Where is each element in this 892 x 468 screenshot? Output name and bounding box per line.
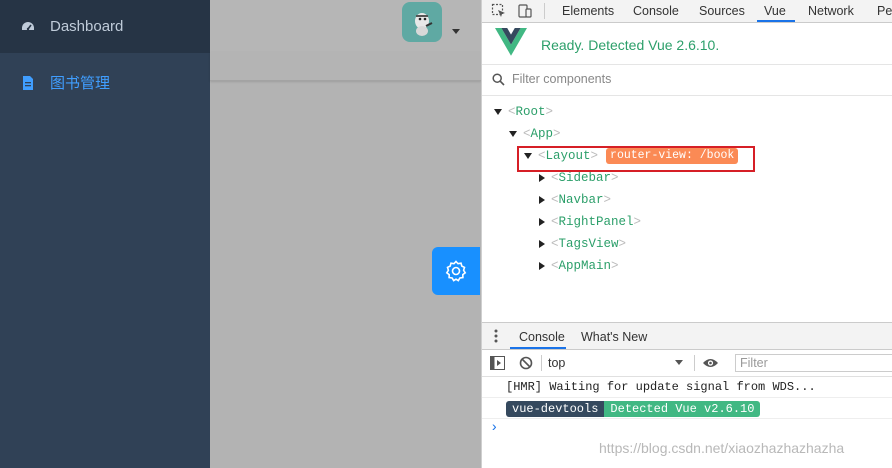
collapse-arrow-icon[interactable] xyxy=(539,218,545,226)
console-filter-input[interactable] xyxy=(735,354,892,372)
eye-icon[interactable] xyxy=(702,357,719,369)
collapse-arrow-icon[interactable] xyxy=(539,262,545,270)
toolbar-divider xyxy=(544,3,545,19)
avatar[interactable] xyxy=(402,2,442,42)
avatar-icon xyxy=(415,13,433,36)
tree-node-rightpanel[interactable]: < RightPanel > xyxy=(539,212,641,232)
search-icon xyxy=(492,73,505,86)
dashboard-icon xyxy=(22,21,34,30)
toolbar-divider xyxy=(694,355,695,371)
more-options-icon[interactable] xyxy=(494,329,498,343)
tree-node-navbar[interactable]: < Navbar > xyxy=(539,190,611,210)
chevron-down-icon[interactable] xyxy=(675,360,683,365)
clear-console-icon[interactable] xyxy=(519,356,533,370)
log-divider xyxy=(482,397,892,398)
inspect-element-icon[interactable] xyxy=(491,3,507,19)
chevron-down-icon[interactable] xyxy=(452,29,460,34)
sidebar-item-label: Dashboard xyxy=(50,18,124,35)
device-toolbar-icon[interactable] xyxy=(517,3,533,19)
drawer-tab-whats-new[interactable]: What's New xyxy=(581,330,647,344)
sidebar-toggle-icon[interactable] xyxy=(490,356,505,370)
sidebar-item-label: 图书管理 xyxy=(50,75,111,92)
document-icon xyxy=(23,75,33,90)
vue-devtools-header: Ready. Detected Vue 2.6.10. xyxy=(482,23,892,63)
tree-node-root[interactable]: < Root > xyxy=(494,102,553,122)
context-select[interactable]: top xyxy=(548,356,565,370)
console-toolbar: top xyxy=(482,350,892,377)
drawer-tab-console[interactable]: Console xyxy=(519,330,565,344)
collapse-arrow-icon[interactable] xyxy=(539,196,545,204)
sidebar-item-book-management[interactable]: 图书管理 xyxy=(0,56,210,109)
badge-detected-vue: Detected Vue v2.6.10 xyxy=(604,401,761,417)
console-log-line: [HMR] Waiting for update signal from WDS… xyxy=(506,380,816,394)
active-tab-indicator xyxy=(757,20,795,22)
vue-devtools-badge: vue-devtools Detected Vue v2.6.10 xyxy=(506,401,761,417)
vue-status-text: Ready. Detected Vue 2.6.10. xyxy=(541,37,720,53)
tree-node-app[interactable]: < App > xyxy=(509,124,561,144)
toolbar-divider xyxy=(541,355,542,371)
highlight-box xyxy=(517,146,755,172)
settings-button[interactable] xyxy=(432,247,480,295)
tree-node-appmain[interactable]: < AppMain > xyxy=(539,256,619,276)
vue-logo-icon xyxy=(495,28,527,56)
filter-components-input[interactable] xyxy=(512,72,872,86)
devtools-panel: Elements Console Sources Vue Network Pe … xyxy=(481,0,892,468)
expand-arrow-icon[interactable] xyxy=(494,109,502,115)
log-divider xyxy=(482,418,892,419)
tab-vue[interactable]: Vue xyxy=(764,4,786,18)
tree-node-tagsview[interactable]: < TagsView > xyxy=(539,234,626,254)
tab-performance[interactable]: Pe xyxy=(877,4,892,18)
tab-network[interactable]: Network xyxy=(808,4,854,18)
collapse-arrow-icon[interactable] xyxy=(539,174,545,182)
devtools-tab-bar: Elements Console Sources Vue Network Pe xyxy=(482,0,892,23)
expand-arrow-icon[interactable] xyxy=(509,131,517,137)
console-drawer-header: Console What's New xyxy=(482,322,892,350)
sidebar: Dashboard 图书管理 xyxy=(0,0,210,468)
tags-view xyxy=(210,52,481,81)
active-drawer-tab-indicator xyxy=(510,347,566,349)
navbar xyxy=(210,0,481,52)
sidebar-item-dashboard[interactable]: Dashboard xyxy=(0,0,210,53)
badge-vue-devtools: vue-devtools xyxy=(506,401,605,417)
main-content xyxy=(210,0,481,468)
collapse-arrow-icon[interactable] xyxy=(539,240,545,248)
tab-elements[interactable]: Elements xyxy=(562,4,614,18)
console-prompt[interactable]: › xyxy=(490,420,498,436)
gear-icon xyxy=(445,260,467,282)
component-filter-row xyxy=(482,64,892,96)
watermark-text: https://blog.csdn.net/xiaozhazhazhazha xyxy=(599,440,845,456)
tab-sources[interactable]: Sources xyxy=(699,4,745,18)
tab-console[interactable]: Console xyxy=(633,4,679,18)
